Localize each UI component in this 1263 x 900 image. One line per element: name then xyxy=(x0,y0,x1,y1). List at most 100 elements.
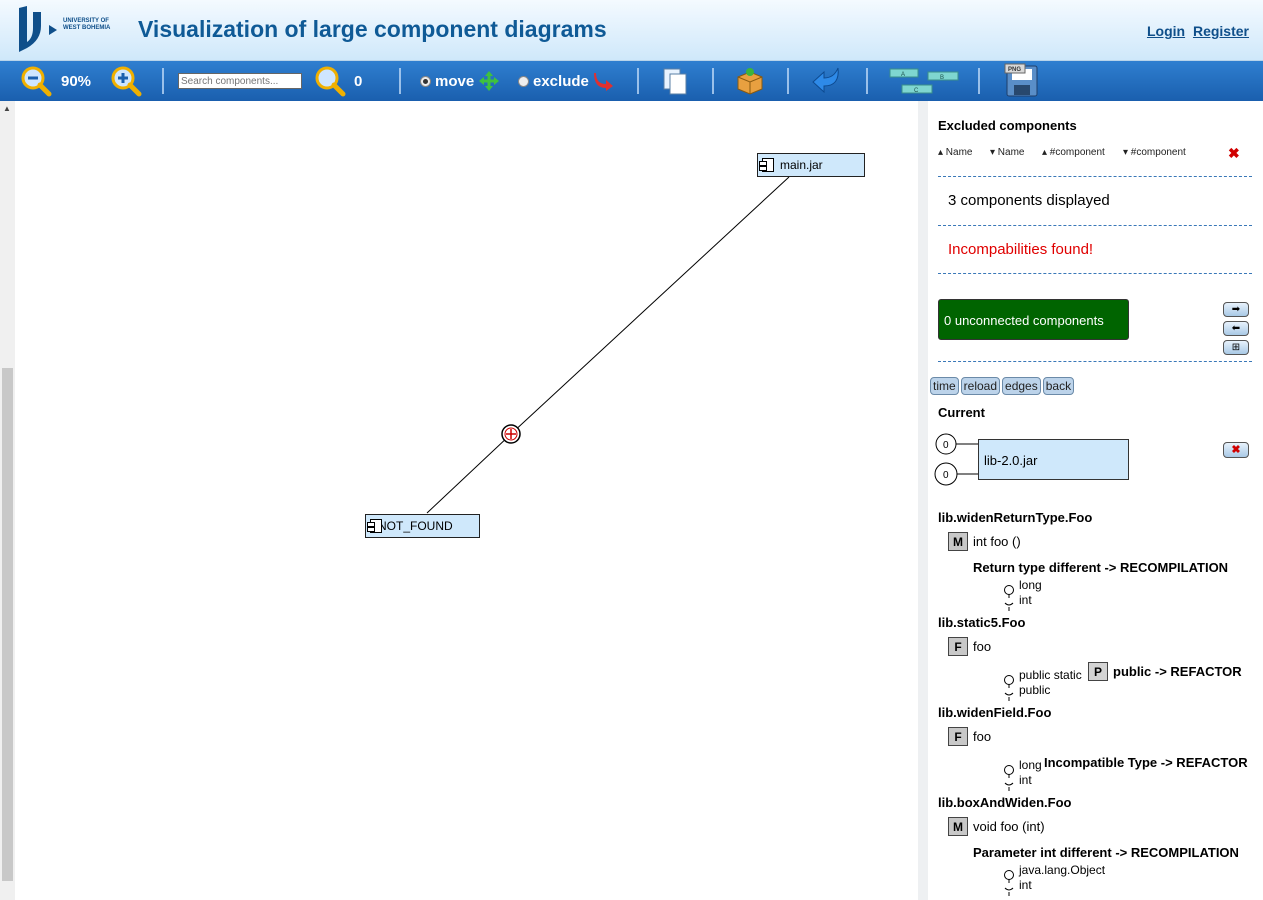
undo-button[interactable] xyxy=(810,61,844,101)
zoom-level: 90% xyxy=(61,72,92,90)
panel-splitter[interactable] xyxy=(918,101,928,900)
search-icon xyxy=(315,66,346,97)
logo-text: UNIVERSITY OF WEST BOHEMIA xyxy=(63,18,111,31)
member-row[interactable]: Ffoo xyxy=(948,637,991,656)
exclude-label: exclude xyxy=(533,72,589,90)
sort-count-desc[interactable]: ▾ #component xyxy=(1123,147,1186,158)
sort-name-asc[interactable]: ▴ Name xyxy=(938,147,972,158)
toolbar-divider xyxy=(712,68,714,94)
remove-current-close-icon[interactable]: ✖ xyxy=(1223,442,1249,458)
zoom-in-button[interactable] xyxy=(110,61,142,101)
incompatibilities-status: Incompabilities found! xyxy=(948,241,1094,258)
value-list: long int xyxy=(1019,758,1042,788)
property-badge: P xyxy=(1088,662,1108,681)
value-expected: long xyxy=(1019,758,1042,772)
value-actual: int xyxy=(1019,593,1032,607)
diagram-canvas[interactable]: main.jar NOT_FOUND xyxy=(15,101,918,900)
app-header: UNIVERSITY OF WEST BOHEMIA Visualization… xyxy=(0,0,1263,61)
exclude-mode-radio[interactable]: exclude xyxy=(518,61,615,101)
current-component-box[interactable]: lib-2.0.jar xyxy=(978,439,1129,480)
member-signature: int foo () xyxy=(973,534,1021,549)
zoom-out-icon xyxy=(21,66,52,97)
package-button[interactable] xyxy=(734,61,766,101)
time-button[interactable]: time xyxy=(930,377,959,395)
method-badge: M xyxy=(948,817,968,836)
copy-button[interactable] xyxy=(660,61,692,101)
value-expected: public static xyxy=(1019,668,1082,682)
toolbar-divider xyxy=(399,68,401,94)
scrollbar-thumb[interactable] xyxy=(2,368,13,881)
expand-plus-icon[interactable]: ⊞ xyxy=(1223,340,1249,355)
sort-count-asc[interactable]: ▴ #component xyxy=(1042,147,1105,158)
next-arrow-icon[interactable]: ➡ xyxy=(1223,302,1249,317)
value-actual: int xyxy=(1019,773,1032,787)
value-actual: int xyxy=(1019,878,1032,892)
component-node[interactable]: main.jar xyxy=(757,153,865,177)
save-png-icon: PNG xyxy=(1004,63,1038,97)
zoom-out-button[interactable] xyxy=(20,61,52,101)
edges-button[interactable]: edges xyxy=(1002,377,1041,395)
class-name: lib.boxAndWiden.Foo xyxy=(938,795,1072,810)
sort-name-desc[interactable]: ▾ Name xyxy=(990,147,1024,158)
field-badge: F xyxy=(948,637,968,656)
toolbar: 90% 0 move exclude xyxy=(0,61,1263,101)
edge-incompatibility-marker-icon[interactable] xyxy=(501,424,521,444)
incompatibility-reason: public -> REFACTOR xyxy=(1113,664,1242,679)
back-button[interactable]: back xyxy=(1042,377,1075,395)
search-input[interactable] xyxy=(178,73,302,89)
unconnected-components-button[interactable]: 0 unconnected components xyxy=(938,299,1129,340)
member-row[interactable]: Mint foo () xyxy=(948,532,1021,551)
diagram-edges xyxy=(426,176,790,514)
member-signature: void foo (int) xyxy=(973,819,1045,834)
component-icon xyxy=(367,519,382,533)
png-label: PNG xyxy=(1008,67,1021,73)
incompatibility-reason: Incompatible Type -> REFACTOR xyxy=(1044,755,1248,770)
component-node[interactable]: NOT_FOUND xyxy=(365,514,480,538)
toolbar-divider xyxy=(787,68,789,94)
register-link[interactable]: Register xyxy=(1193,23,1249,39)
incompatibility-reason: Return type different -> RECOMPILATION xyxy=(973,560,1229,575)
legend-letter-a: A xyxy=(901,72,905,78)
move-mode-radio[interactable]: move xyxy=(420,61,500,101)
toolbar-divider xyxy=(978,68,980,94)
auth-links: Login Register xyxy=(1143,23,1249,39)
page-title: Visualization of large component diagram… xyxy=(138,16,607,42)
package-box-icon xyxy=(737,68,763,95)
divider xyxy=(938,273,1252,274)
incompatibility-reason: Parameter int different -> RECOMPILATION xyxy=(973,845,1239,860)
undo-arrow-icon xyxy=(812,67,839,94)
zoom-in-icon xyxy=(111,66,142,97)
value-expected: long xyxy=(1019,578,1042,592)
class-name: lib.static5.Foo xyxy=(938,615,1026,630)
lollipop-connector-icon xyxy=(1004,585,1014,611)
vertical-scrollbar[interactable] xyxy=(0,101,15,900)
reason-row: Ppublic -> REFACTOR xyxy=(1088,662,1242,681)
member-row[interactable]: Mvoid foo (int) xyxy=(948,817,1045,836)
save-png-button[interactable]: PNG xyxy=(1004,61,1040,101)
reload-button[interactable]: reload xyxy=(960,377,1001,395)
member-signature: foo xyxy=(973,639,992,654)
clear-excluded-close-icon[interactable]: ✖ xyxy=(1228,145,1240,162)
search-button[interactable] xyxy=(314,61,346,101)
layout-button[interactable]: A B C xyxy=(888,61,960,101)
legend-letter-b: B xyxy=(940,75,944,81)
value-list: long int xyxy=(1019,578,1042,608)
login-link[interactable]: Login xyxy=(1147,23,1185,39)
scroll-up-arrow-icon[interactable]: ▲ xyxy=(3,104,11,113)
lollipop-connector-icon xyxy=(1004,765,1014,791)
method-badge: M xyxy=(948,532,968,551)
field-badge: F xyxy=(948,727,968,746)
components-displayed: 3 components displayed xyxy=(948,192,1110,209)
port-count-provided: 0 xyxy=(943,440,949,451)
layout-blocks-icon: A B C xyxy=(889,68,959,94)
previous-arrow-icon[interactable]: ⬅ xyxy=(1223,321,1249,336)
search-result-count: 0 xyxy=(354,72,363,90)
action-buttons: time reload edges back xyxy=(930,377,1076,395)
toolbar-divider xyxy=(866,68,868,94)
class-name: lib.widenField.Foo xyxy=(938,705,1052,720)
member-row[interactable]: Ffoo xyxy=(948,727,991,746)
lollipop-connector-icon xyxy=(1004,870,1014,896)
divider xyxy=(938,225,1252,226)
side-panel: Excluded components ▴ Name ▾ Name ▴ #com… xyxy=(928,101,1263,900)
member-signature: foo xyxy=(973,729,992,744)
